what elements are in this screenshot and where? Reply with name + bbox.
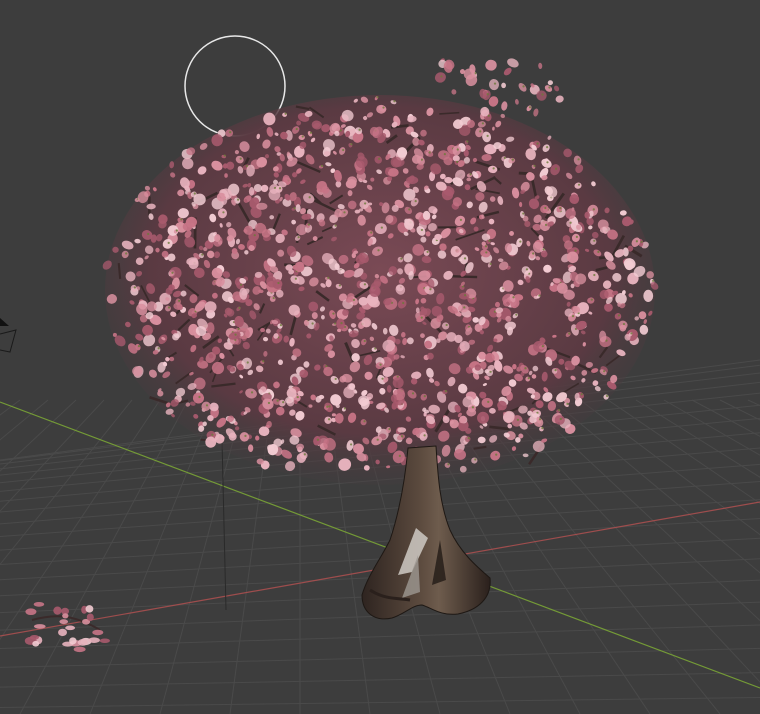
3d-viewport[interactable] — [0, 0, 760, 714]
camera-icon[interactable] — [0, 318, 17, 353]
viewport-canvas[interactable] — [0, 0, 760, 714]
